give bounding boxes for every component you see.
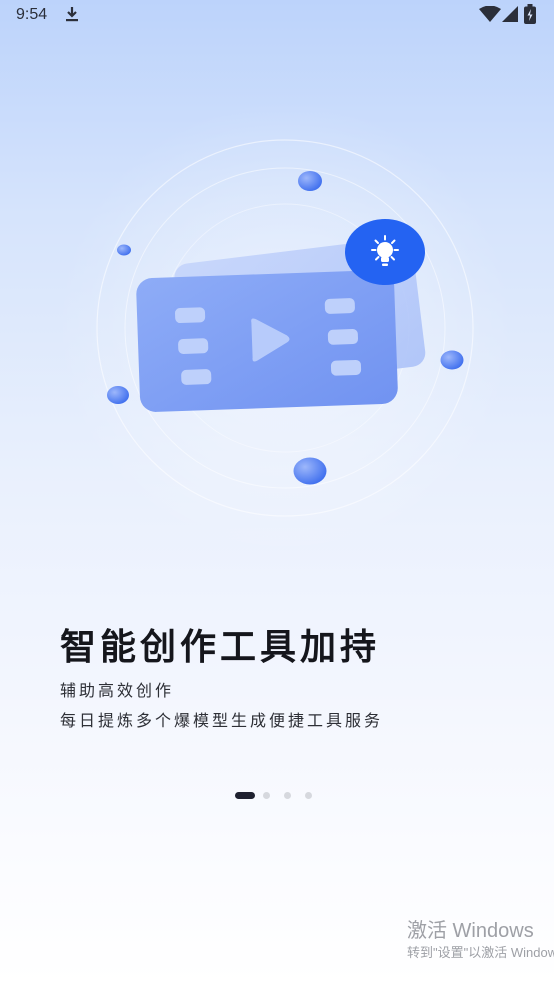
onboarding-subtitle-1: 辅助高效创作 bbox=[60, 681, 175, 700]
page-dot-4[interactable] bbox=[305, 792, 312, 799]
page-dot-1[interactable] bbox=[235, 792, 255, 799]
activation-watermark-title: 激活 Windows bbox=[407, 920, 534, 942]
onboarding-subtitle-2: 每日提炼多个爆模型生成便捷工具服务 bbox=[60, 711, 384, 730]
page-dot-3[interactable] bbox=[284, 792, 291, 799]
onboarding-title: 智能创作工具加持 bbox=[60, 627, 381, 668]
film-strip-icon bbox=[136, 270, 398, 412]
page-indicator bbox=[0, 792, 554, 800]
page-dot-2[interactable] bbox=[263, 792, 270, 799]
onboarding-illustration bbox=[55, 100, 515, 560]
lightbulb-badge bbox=[345, 219, 425, 285]
activation-watermark-hint: 转到"设置"以激活 Windows。 bbox=[407, 945, 554, 960]
